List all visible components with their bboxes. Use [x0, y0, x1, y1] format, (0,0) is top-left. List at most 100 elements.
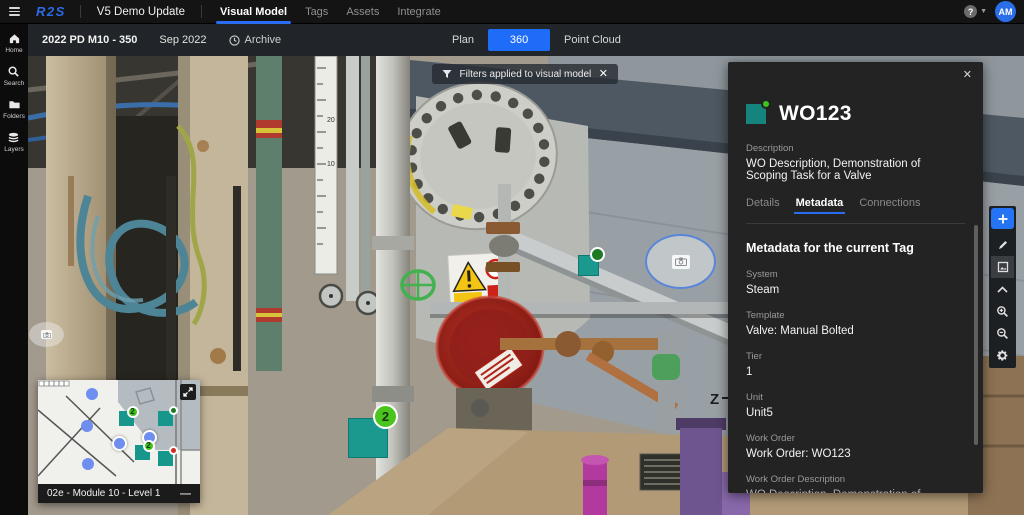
panel-tab-connections[interactable]: Connections: [859, 197, 920, 214]
zoom-in-icon: [996, 305, 1009, 318]
viewer-action-bar: [989, 206, 1016, 368]
scene-tag[interactable]: [578, 255, 599, 276]
field-work-order: Work Order Work Order: WO123: [746, 433, 965, 460]
minimap-tag[interactable]: 2: [135, 445, 150, 460]
sidebar-item-home[interactable]: Home: [5, 32, 22, 54]
capture-date: Sep 2022: [159, 34, 206, 46]
tag-type-icon: [746, 104, 766, 124]
panel-close-icon[interactable]: ✕: [963, 70, 972, 81]
dataset-name: 2022 PD M10 - 350: [42, 34, 137, 46]
menu-icon[interactable]: [0, 0, 28, 24]
left-sidebar: Home Search Folders Layers: [0, 24, 28, 515]
zoom-out-button[interactable]: [991, 322, 1014, 344]
svg-text:10: 10: [327, 161, 335, 168]
scene-tag[interactable]: 2: [348, 418, 388, 458]
minimap-tag[interactable]: 2: [119, 411, 134, 426]
help-icon: ?: [964, 5, 977, 18]
metadata-heading: Metadata for the current Tag: [746, 241, 965, 255]
view-mode-plan[interactable]: Plan: [438, 29, 488, 51]
panorama-360-hotspot[interactable]: [645, 234, 716, 289]
minimap-location-label: 02e - Module 10 - Level 1: [47, 488, 160, 499]
description-label: Description: [746, 143, 965, 154]
context-bar: 2022 PD M10 - 350 Sep 2022 Archive Plan …: [0, 24, 1024, 56]
minimap-tag[interactable]: [158, 451, 173, 466]
minimap-360-location[interactable]: [112, 436, 127, 451]
svg-text:Z: Z: [710, 391, 719, 408]
minimap-tag[interactable]: [158, 411, 173, 426]
minimap-label-bar: 02e - Module 10 - Level 1 —: [38, 484, 200, 503]
draw-button[interactable]: [991, 234, 1014, 256]
minimap-360-location[interactable]: [82, 458, 94, 470]
view-mode-toggle: Plan 360 Point Cloud: [438, 24, 635, 56]
main-nav: Visual Model Tags Assets Integrate: [220, 0, 441, 24]
panel-tabs: Details Metadata Connections: [746, 197, 965, 214]
folder-icon: [8, 98, 21, 111]
search-icon: [7, 65, 20, 78]
tab-visual-model[interactable]: Visual Model: [220, 0, 287, 24]
minimap-tag-badge: 2: [143, 440, 155, 452]
minimap-tag-badge: 2: [127, 406, 139, 418]
top-header: R2S V5 Demo Update Visual Model Tags Ass…: [0, 0, 1024, 24]
minimap-tag-badge: [169, 406, 178, 415]
tag-title: WO123: [779, 102, 852, 126]
expand-icon: [183, 387, 193, 397]
svg-text:20: 20: [327, 117, 335, 124]
gear-icon: [996, 349, 1009, 362]
tab-assets[interactable]: Assets: [346, 0, 379, 24]
panorama-360-hotspot[interactable]: [29, 322, 64, 347]
tag-detail-panel: ✕ WO123 Description WO Description, Demo…: [728, 62, 983, 493]
collapse-button[interactable]: [991, 278, 1014, 300]
archive-button[interactable]: Archive: [229, 34, 282, 46]
filter-icon: [442, 69, 452, 79]
help-menu[interactable]: ? ▼: [964, 5, 987, 18]
app-window: 20 10: [0, 0, 1024, 515]
camera-icon: [672, 255, 690, 269]
minimap-floorplan: [38, 380, 200, 484]
chevron-up-icon: [997, 286, 1008, 293]
zoom-in-button[interactable]: [991, 300, 1014, 322]
minimap: 22 02e - Module 10 - Level 1 —: [38, 380, 200, 503]
r2s-logo: R2S: [28, 4, 80, 19]
add-tag-button[interactable]: [991, 208, 1014, 229]
view-mode-360[interactable]: 360: [488, 29, 550, 51]
divider: [746, 223, 965, 224]
chevron-down-icon: ▼: [980, 8, 987, 15]
field-template: Template Valve: Manual Bolted: [746, 310, 965, 337]
zoom-out-icon: [996, 327, 1009, 340]
image-icon: [997, 261, 1009, 273]
filter-banner-text: Filters applied to visual model: [452, 69, 599, 80]
clock-icon: [229, 35, 240, 46]
minimap-360-location[interactable]: [81, 420, 93, 432]
pencil-icon: [997, 239, 1009, 251]
minimap-expand-button[interactable]: [180, 384, 196, 400]
home-icon: [8, 32, 21, 45]
minimap-canvas[interactable]: 22: [38, 380, 200, 484]
avatar[interactable]: AM: [995, 1, 1016, 22]
minimap-tag-badge: [169, 446, 178, 455]
sidebar-item-search[interactable]: Search: [4, 65, 25, 87]
archive-label: Archive: [245, 34, 282, 46]
tab-integrate[interactable]: Integrate: [397, 0, 440, 24]
project-title: V5 Demo Update: [81, 6, 201, 18]
view-mode-point-cloud[interactable]: Point Cloud: [550, 29, 635, 51]
field-unit: Unit Unit5: [746, 392, 965, 419]
filter-banner: Filters applied to visual model ✕: [432, 64, 618, 84]
scene-tag-badge: [590, 247, 605, 262]
panel-tab-metadata[interactable]: Metadata: [796, 197, 844, 214]
tab-tags[interactable]: Tags: [305, 0, 328, 24]
sidebar-item-layers[interactable]: Layers: [4, 131, 24, 153]
minimap-360-location[interactable]: [86, 388, 98, 400]
camera-icon: [41, 330, 52, 339]
divider: [201, 5, 202, 18]
field-work-order-description: Work Order Description WO Description, D…: [746, 474, 965, 493]
panel-scrollbar[interactable]: [974, 225, 978, 445]
minimap-scale-ruler: [39, 381, 69, 386]
plus-icon: [997, 213, 1009, 225]
panel-tab-details[interactable]: Details: [746, 197, 780, 214]
field-system: System Steam: [746, 269, 965, 296]
settings-button[interactable]: [991, 344, 1014, 366]
tag-status-dot: [761, 99, 771, 109]
snapshot-button[interactable]: [991, 256, 1014, 278]
sidebar-item-folders[interactable]: Folders: [3, 98, 25, 120]
filter-close-icon[interactable]: ✕: [599, 69, 608, 80]
